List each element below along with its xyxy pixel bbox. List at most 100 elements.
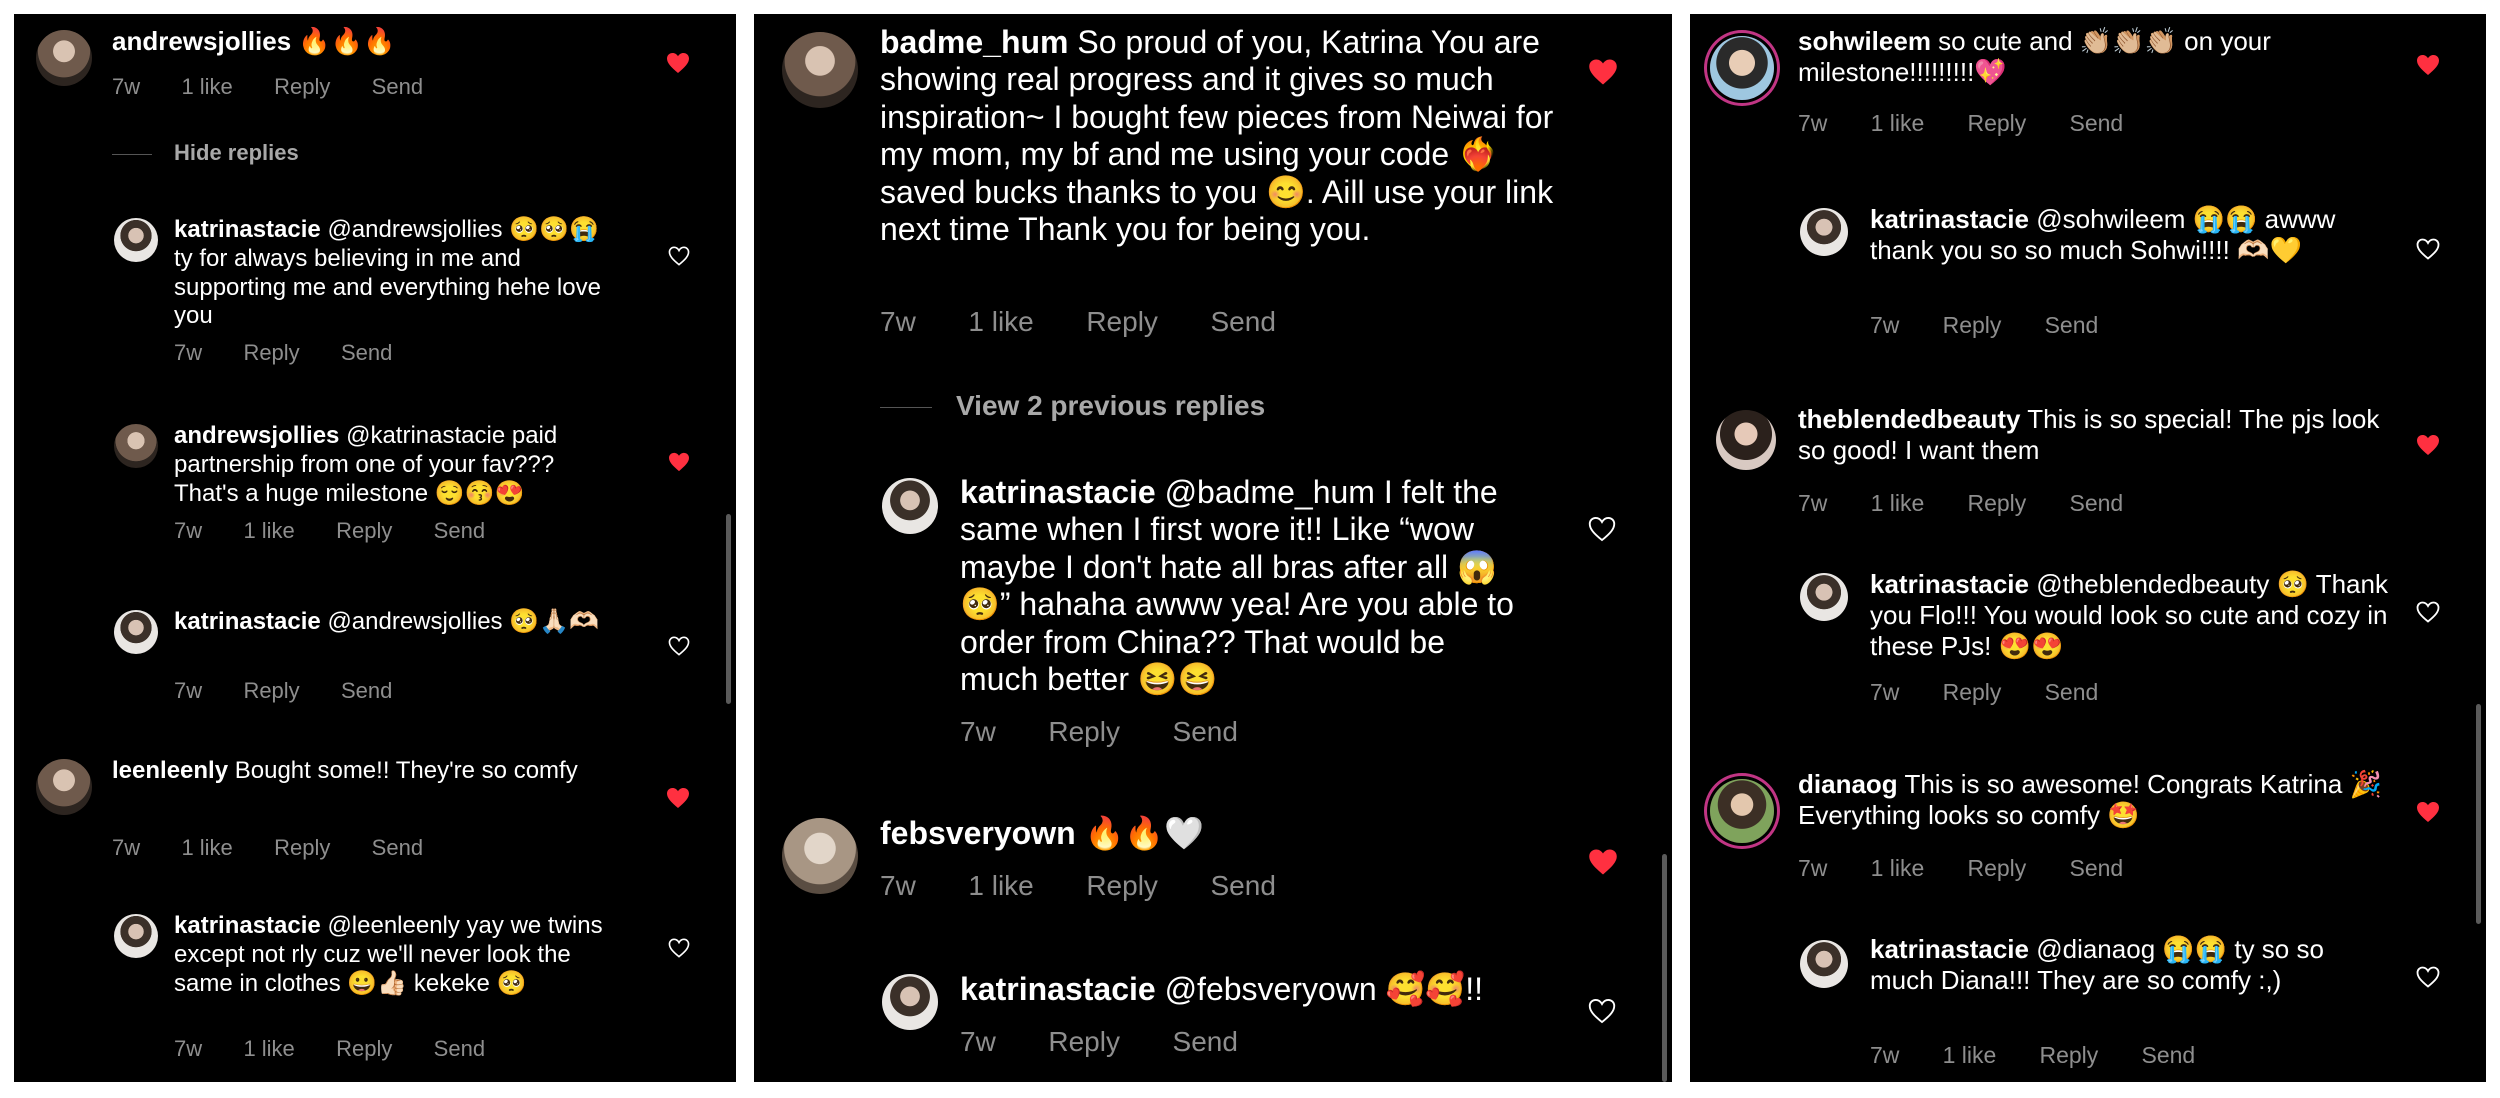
comment-username[interactable]: katrinastacie [1870,934,2029,964]
reply-button[interactable]: Reply [1967,490,2026,516]
avatar[interactable] [36,30,92,86]
comments-panel-left[interactable]: andrewsjollies 🔥🔥🔥 7w 1 like Reply Send … [14,14,736,1082]
reply-button[interactable]: Reply [2039,1042,2098,1068]
avatar[interactable] [1800,573,1848,621]
heart-outline-icon[interactable] [668,938,690,958]
reply-button[interactable]: Reply [1943,312,2002,338]
view-previous-replies-button[interactable]: View 2 previous replies [880,390,1265,422]
like-count-link[interactable]: 1 like [968,306,1033,337]
like-count-link[interactable]: 1 like [1943,1042,1997,1068]
comment-username[interactable]: andrewsjollies [112,26,291,56]
hide-replies-button[interactable]: Hide replies [112,140,299,166]
reply-button[interactable]: Reply [1086,306,1158,337]
heart-filled-icon[interactable] [668,452,690,472]
heart-filled-icon[interactable] [1588,848,1618,876]
reply-button[interactable]: Reply [1967,110,2026,136]
send-button[interactable]: Send [2045,679,2099,705]
send-button[interactable]: Send [1211,870,1276,901]
heart-outline-icon[interactable] [2416,966,2440,988]
heart-outline-icon[interactable] [1588,998,1616,1024]
avatar[interactable] [1710,779,1774,843]
heart-filled-icon[interactable] [666,52,690,74]
heart-filled-icon[interactable] [2416,434,2440,456]
comment-username[interactable]: katrinastacie [174,912,321,939]
comment-username[interactable]: katrinastacie [174,216,321,243]
send-button[interactable]: Send [372,835,423,860]
send-button[interactable]: Send [2069,855,2123,881]
comment-username[interactable]: febsveryown [880,815,1076,851]
comment-username[interactable]: andrewsjollies [174,422,339,449]
avatar[interactable] [1800,940,1848,988]
scrollbar[interactable] [1662,854,1667,1082]
comment-username[interactable]: katrinastacie [960,971,1156,1007]
avatar[interactable] [114,610,158,654]
heart-filled-icon[interactable] [1588,58,1618,86]
avatar[interactable] [36,759,92,815]
reply-button[interactable]: Reply [1048,716,1120,747]
send-button[interactable]: Send [372,74,423,99]
comment-username[interactable]: katrinastacie [174,608,321,635]
reply-button[interactable]: Reply [336,1036,392,1061]
heart-outline-icon[interactable] [668,636,690,656]
scrollbar[interactable] [726,514,731,704]
send-button[interactable]: Send [341,340,392,365]
like-count-link[interactable]: 1 like [181,835,232,860]
comment-username[interactable]: katrinastacie [1870,204,2029,234]
send-button[interactable]: Send [2141,1042,2195,1068]
heart-outline-icon[interactable] [1588,516,1616,542]
like-count-link[interactable]: 1 like [243,1036,294,1061]
like-count-link[interactable]: 1 like [1871,110,1925,136]
like-count-link[interactable]: 1 like [1871,490,1925,516]
comment-username[interactable]: dianaog [1798,769,1898,799]
reply-button[interactable]: Reply [1943,679,2002,705]
comment-username[interactable]: leenleenly [112,757,228,784]
avatar[interactable] [114,218,158,262]
send-button[interactable]: Send [1173,1026,1238,1057]
avatar[interactable] [782,32,858,108]
comment-username[interactable]: katrinastacie [960,474,1156,510]
comment: theblendedbeauty This is so special! The… [1690,394,2486,524]
send-button[interactable]: Send [341,678,392,703]
avatar[interactable] [882,974,938,1030]
send-button[interactable]: Send [1173,716,1238,747]
heart-filled-icon[interactable] [666,787,690,809]
reply-button[interactable]: Reply [274,835,330,860]
avatar[interactable] [114,914,158,958]
avatar[interactable] [1800,208,1848,256]
avatar[interactable] [114,424,158,468]
comments-panel-right[interactable]: sohwileem so cute and 👏🏼👏🏼👏🏼 on your mil… [1690,14,2486,1082]
reply-button[interactable]: Reply [1967,855,2026,881]
comment-username[interactable]: badme_hum [880,24,1068,60]
comment-username[interactable]: theblendedbeauty [1798,404,2020,434]
send-button[interactable]: Send [2045,312,2099,338]
send-button[interactable]: Send [434,518,485,543]
heart-outline-icon[interactable] [668,246,690,266]
like-count-link[interactable]: 1 like [1871,855,1925,881]
heart-outline-icon[interactable] [2416,238,2440,260]
reply-button[interactable]: Reply [1086,870,1158,901]
avatar[interactable] [782,818,858,894]
avatar[interactable] [1710,36,1774,100]
send-button[interactable]: Send [1211,306,1276,337]
avatar[interactable] [1716,410,1776,470]
avatar[interactable] [882,478,938,534]
comments-panel-middle[interactable]: badme_hum So proud of you, Katrina You a… [754,14,1672,1082]
scrollbar[interactable] [2476,704,2481,924]
comment-username[interactable]: sohwileem [1798,26,1931,56]
heart-outline-icon[interactable] [2416,601,2440,623]
like-count-link[interactable]: 1 like [243,518,294,543]
comment-username[interactable]: katrinastacie [1870,569,2029,599]
reply-button[interactable]: Reply [1048,1026,1120,1057]
reply-button[interactable]: Reply [243,678,299,703]
send-button[interactable]: Send [2069,490,2123,516]
heart-filled-icon[interactable] [2416,801,2440,823]
heart-filled-icon[interactable] [2416,54,2440,76]
send-button[interactable]: Send [434,1036,485,1061]
like-count-link[interactable]: 1 like [181,74,232,99]
like-count-link[interactable]: 1 like [968,870,1033,901]
reply-button[interactable]: Reply [243,340,299,365]
comment-meta: 7w Reply Send [960,716,1283,748]
reply-button[interactable]: Reply [274,74,330,99]
send-button[interactable]: Send [2069,110,2123,136]
reply-button[interactable]: Reply [336,518,392,543]
